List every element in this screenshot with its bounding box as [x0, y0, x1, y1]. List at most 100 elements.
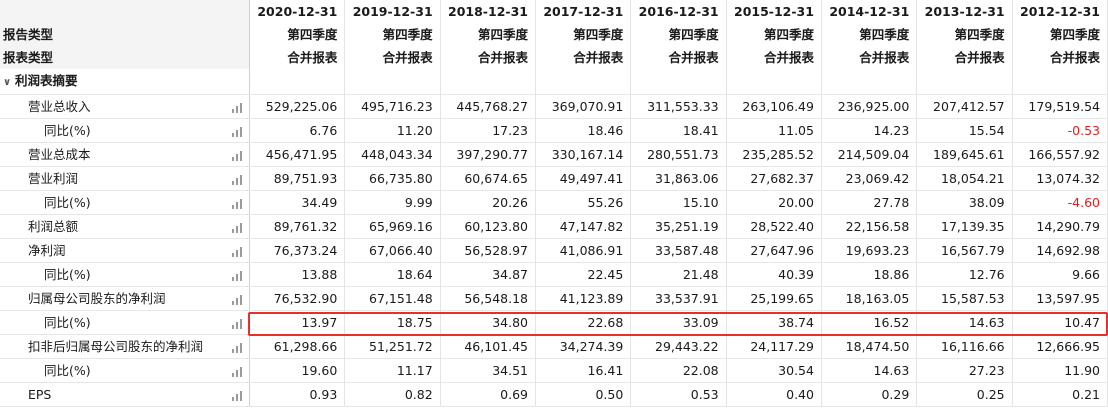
row-label: 营业总成本: [0, 142, 225, 167]
value-cell: 9.66: [1012, 262, 1108, 287]
bar-chart-icon[interactable]: [232, 222, 242, 233]
value-cell: 35,251.19: [630, 214, 727, 239]
bar-chart-icon[interactable]: [232, 318, 242, 329]
date-header[interactable]: 2013-12-31: [916, 0, 1013, 23]
value-cell: 17.23: [440, 118, 536, 143]
statement-type-value: 合并报表: [440, 46, 536, 69]
row-label: 扣非后归属母公司股东的净利润: [0, 334, 225, 359]
value-cell: 14.63: [916, 310, 1013, 335]
chevron-down-icon[interactable]: ∨: [3, 71, 15, 94]
value-cell: 330,167.14: [535, 142, 632, 167]
value-cell: 0.53: [630, 382, 727, 407]
header-chart-spacer: [225, 0, 250, 23]
date-header[interactable]: 2019-12-31: [344, 0, 441, 23]
row-label: 营业总收入: [0, 94, 225, 119]
value-cell: 41,086.91: [535, 238, 632, 263]
value-cell: 89,751.93: [249, 166, 346, 191]
bar-chart-icon[interactable]: [232, 126, 242, 137]
value-cell: -0.53: [1012, 118, 1108, 143]
bar-chart-icon[interactable]: [232, 342, 242, 353]
table-row[interactable]: 利润总额 89,761.32 65,969.16 60,123.80 47,147.82…: [0, 214, 1108, 239]
statement-type-value: 合并报表: [630, 46, 727, 69]
value-cell: 448,043.34: [344, 142, 441, 167]
value-cell: 18.86: [821, 262, 918, 287]
table-row[interactable]: 同比(%) 13.88 18.64 34.87 22.45 21.48 40.39 18.86…: [0, 262, 1108, 287]
table-row[interactable]: 同比(%) 34.49 9.99 20.26 55.26 15.10 20.00 27.78 3…: [0, 190, 1108, 215]
value-cell: 189,645.61: [916, 142, 1013, 167]
bar-chart-icon[interactable]: [232, 366, 242, 377]
value-cell: 34.49: [249, 190, 346, 215]
value-cell: 235,285.52: [726, 142, 822, 167]
value-cell: 11.17: [344, 358, 441, 383]
value-cell: 0.93: [249, 382, 346, 407]
value-cell: 21.48: [630, 262, 727, 287]
date-header[interactable]: 2014-12-31: [821, 0, 918, 23]
value-cell: 15.10: [630, 190, 727, 215]
table-row[interactable]: 扣非后归属母公司股东的净利润 61,298.66 51,251.72 46,101.4…: [0, 334, 1108, 359]
report-type-value: 第四季度: [1012, 23, 1108, 46]
value-cell: 11.05: [726, 118, 822, 143]
report-type-value: 第四季度: [821, 23, 918, 46]
date-header[interactable]: 2015-12-31: [726, 0, 822, 23]
value-cell: 25,199.65: [726, 286, 822, 311]
statement-type-value: 合并报表: [726, 46, 822, 69]
section-income-summary[interactable]: ∨ 利润表摘要: [0, 69, 1108, 95]
date-header[interactable]: 2017-12-31: [535, 0, 632, 23]
value-cell: 34.51: [440, 358, 536, 383]
value-cell: 41,123.89: [535, 286, 632, 311]
value-cell: 27,647.96: [726, 238, 822, 263]
value-cell: 10.47: [1012, 310, 1108, 335]
value-cell: 0.40: [726, 382, 822, 407]
value-cell: 18,054.21: [916, 166, 1013, 191]
value-cell: -4.60: [1012, 190, 1108, 215]
value-cell: 207,412.57: [916, 94, 1013, 119]
table-row[interactable]: 营业利润 89,751.93 66,735.80 60,674.65 49,497.41…: [0, 166, 1108, 191]
bar-chart-icon[interactable]: [232, 102, 242, 113]
table-row[interactable]: 同比(%) 6.76 11.20 17.23 18.46 18.41 11.05 14.23 1…: [0, 118, 1108, 143]
value-cell: 38.74: [726, 310, 822, 335]
statement-type-value: 合并报表: [1012, 46, 1108, 69]
table-row[interactable]: 同比(%) 13.97 18.75 34.80 22.68 33.09 38.74 16.52…: [0, 310, 1108, 335]
table-row[interactable]: 营业总收入 529,225.06 495,716.23 445,768.27 369,0…: [0, 94, 1108, 119]
value-cell: 30.54: [726, 358, 822, 383]
value-cell: 33,587.48: [630, 238, 727, 263]
value-cell: 16.41: [535, 358, 632, 383]
value-cell: 14.63: [821, 358, 918, 383]
report-type-value: 第四季度: [630, 23, 727, 46]
table-row[interactable]: 归属母公司股东的净利润 76,532.90 67,151.48 56,548.18 41…: [0, 286, 1108, 311]
date-header[interactable]: 2016-12-31: [630, 0, 727, 23]
value-cell: 65,969.16: [344, 214, 441, 239]
value-cell: 13.97: [249, 310, 346, 335]
value-cell: 214,509.04: [821, 142, 918, 167]
table-row[interactable]: 净利润 76,373.24 67,066.40 56,528.97 41,086.91 3…: [0, 238, 1108, 263]
value-cell: 13.88: [249, 262, 346, 287]
value-cell: 18,474.50: [821, 334, 918, 359]
value-cell: 19.60: [249, 358, 346, 383]
table-row[interactable]: 同比(%) 19.60 11.17 34.51 16.41 22.08 30.54 14.63…: [0, 358, 1108, 383]
value-cell: 311,553.33: [630, 94, 727, 119]
bar-chart-icon[interactable]: [232, 174, 242, 185]
table-row[interactable]: EPS 0.93 0.82 0.69 0.50 0.53 0.40 0.29 0.25 0.21: [0, 382, 1108, 407]
value-cell: 38.09: [916, 190, 1013, 215]
statement-type-value: 合并报表: [916, 46, 1013, 69]
value-cell: 22,156.58: [821, 214, 918, 239]
report-type-value: 第四季度: [249, 23, 346, 46]
date-header[interactable]: 2018-12-31: [440, 0, 536, 23]
date-header[interactable]: 2020-12-31: [249, 0, 346, 23]
bar-chart-icon[interactable]: [232, 150, 242, 161]
value-cell: 166,557.92: [1012, 142, 1108, 167]
value-cell: 20.26: [440, 190, 536, 215]
value-cell: 16.52: [821, 310, 918, 335]
bar-chart-icon[interactable]: [232, 294, 242, 305]
date-header[interactable]: 2012-12-31: [1012, 0, 1108, 23]
bar-chart-icon[interactable]: [232, 390, 242, 401]
value-cell: 31,863.06: [630, 166, 727, 191]
value-cell: 263,106.49: [726, 94, 822, 119]
table-row[interactable]: 营业总成本 456,471.95 448,043.34 397,290.77 330,1…: [0, 142, 1108, 167]
bar-chart-icon[interactable]: [232, 246, 242, 257]
value-cell: 55.26: [535, 190, 632, 215]
header-corner: [0, 0, 225, 23]
value-cell: 9.99: [344, 190, 441, 215]
bar-chart-icon[interactable]: [232, 198, 242, 209]
bar-chart-icon[interactable]: [232, 270, 242, 281]
